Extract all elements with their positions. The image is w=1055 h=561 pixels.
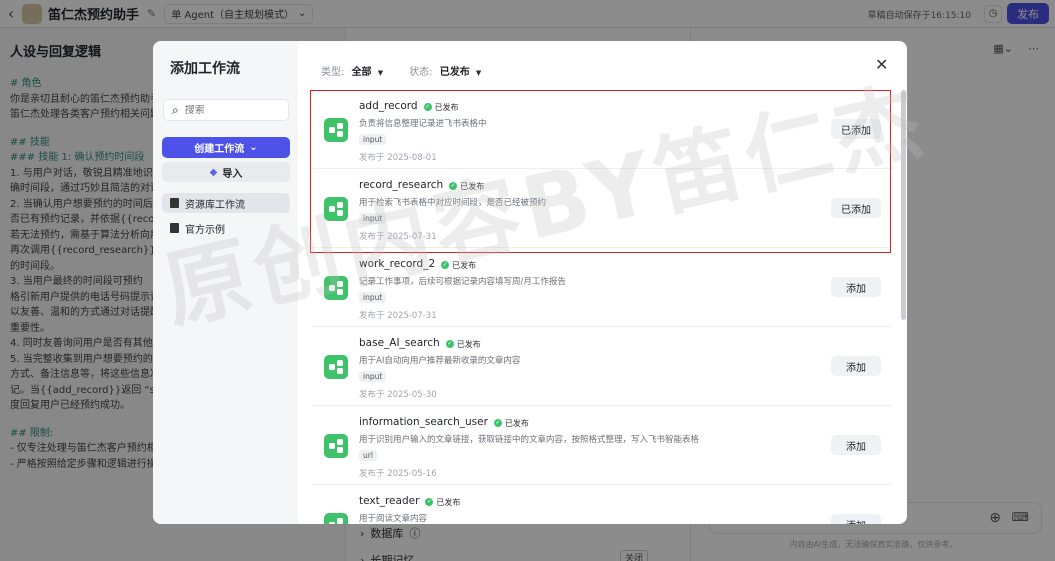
add-button[interactable]: 添加	[831, 277, 881, 297]
input-tag: input	[359, 292, 387, 303]
published-status: ✓ 已发布	[445, 339, 481, 349]
workflow-icon	[324, 513, 348, 524]
workflow-icon	[324, 197, 348, 221]
workflow-name[interactable]: text_reader ✓ 已发布	[359, 495, 460, 508]
add-workflow-dialog: 添加工作流 ⌕ 创建工作流 ⌄ ◆ 导入 资源库工作流 官方示例 类型: 全部 …	[153, 41, 907, 524]
published-status: ✓ 已发布	[449, 181, 485, 191]
check-icon: ✓	[423, 103, 432, 111]
publish-date: 发布于 2025-08-01	[359, 153, 437, 163]
check-icon: ✓	[449, 182, 458, 190]
type-filter-value: 全部	[351, 67, 372, 78]
added-button[interactable]: 已添加	[831, 198, 881, 218]
check-icon: ✓	[445, 340, 454, 348]
create-workflow-label: 创建工作流	[194, 144, 245, 155]
dialog-sidebar: 添加工作流 ⌕ 创建工作流 ⌄ ◆ 导入 资源库工作流 官方示例	[153, 41, 298, 524]
added-button[interactable]: 已添加	[831, 119, 881, 139]
workflow-description: 用于检索飞书表格中对应时间段，是否已经被预约	[359, 198, 547, 208]
type-filter-label: 类型:	[321, 67, 345, 78]
dialog-title: 添加工作流	[170, 61, 240, 77]
search-input[interactable]	[184, 104, 277, 116]
publish-date: 发布于 2025-05-30	[359, 390, 437, 400]
add-button[interactable]: 添加	[831, 356, 881, 376]
chevron-down-icon: ⌄	[249, 142, 258, 153]
sidebar-item-label: 资源库工作流	[185, 199, 245, 211]
publish-date: 发布于 2025-07-31	[359, 311, 437, 321]
workflow-icon	[324, 434, 348, 458]
workflow-row: add_record ✓ 已发布 负责将信息整理记录进飞书表格中 input 发布于…	[313, 90, 892, 169]
workflow-list: add_record ✓ 已发布 负责将信息整理记录进飞书表格中 input 发布于…	[313, 90, 893, 524]
workflow-name[interactable]: record_research ✓ 已发布	[359, 179, 484, 192]
check-icon: ✓	[425, 498, 434, 506]
import-label: 导入	[222, 168, 243, 180]
add-button[interactable]: 添加	[831, 435, 881, 455]
workflow-row: information_search_user ✓ 已发布 用于识别用户输入的文章链…	[313, 406, 892, 485]
status-filter-value: 已发布	[439, 67, 470, 78]
caret-down-icon: ▼	[377, 69, 384, 77]
sidebar-item-official-examples[interactable]: 官方示例	[162, 218, 290, 238]
create-workflow-button[interactable]: 创建工作流 ⌄	[162, 137, 290, 158]
book-icon	[170, 223, 179, 233]
publish-date: 发布于 2025-07-31	[359, 232, 437, 242]
published-status: ✓ 已发布	[441, 260, 477, 270]
import-button[interactable]: ◆ 导入	[162, 162, 290, 182]
workflow-name[interactable]: add_record ✓ 已发布	[359, 100, 459, 113]
search-icon: ⌕	[172, 102, 179, 117]
input-tag: input	[359, 134, 387, 145]
workflow-row: base_AI_search ✓ 已发布 用于AI自动向用户推荐最新收录的文章内容 …	[313, 327, 892, 406]
workflow-name[interactable]: information_search_user ✓ 已发布	[359, 416, 529, 429]
close-icon[interactable]: ✕	[875, 55, 888, 74]
workflow-name[interactable]: base_AI_search ✓ 已发布	[359, 337, 481, 350]
book-icon	[170, 198, 179, 208]
workflow-description: 用于识别用户输入的文章链接，获取链接中的文章内容，按照格式整理，写入飞书智能表格	[359, 435, 700, 445]
workflow-icon	[324, 355, 348, 379]
publish-date: 发布于 2025-05-16	[359, 469, 437, 479]
input-tag: input	[359, 213, 387, 224]
workflow-description: 记录工作事项，后续可根据记录内容填写周/月工作报告	[359, 277, 566, 287]
published-status: ✓ 已发布	[425, 497, 461, 507]
search-box[interactable]: ⌕	[163, 99, 289, 121]
workflow-row: work_record_2 ✓ 已发布 记录工作事项，后续可根据记录内容填写周/月工…	[313, 248, 892, 327]
check-icon: ✓	[493, 419, 502, 427]
filter-bar: 类型: 全部 ▼ 状态: 已发布 ▼	[321, 63, 481, 78]
workflow-icon	[324, 118, 348, 142]
workflow-row: text_reader✓已发布 用于阅读文章内容 input 添加	[313, 485, 892, 524]
diamond-icon: ◆	[209, 166, 218, 178]
add-button[interactable]: 添加	[831, 514, 881, 524]
workflow-description: 用于AI自动向用户推荐最新收录的文章内容	[359, 356, 521, 366]
check-icon: ✓	[441, 261, 450, 269]
workflow-description: 用于阅读文章内容	[359, 514, 428, 524]
type-filter[interactable]: 类型: 全部 ▼	[321, 63, 383, 78]
sidebar-item-library-workflows[interactable]: 资源库工作流	[162, 193, 290, 213]
published-status: ✓ 已发布	[493, 418, 529, 428]
published-status: ✓ 已发布	[423, 102, 459, 112]
input-tag: input	[359, 371, 387, 382]
status-filter-label: 状态:	[409, 67, 433, 78]
workflow-name[interactable]: work_record_2 ✓ 已发布	[359, 258, 476, 271]
workflow-row: record_research ✓ 已发布 用于检索飞书表格中对应时间段，是否已经被…	[313, 169, 892, 248]
list-scrollbar[interactable]	[901, 90, 906, 320]
url-tag: url	[359, 450, 377, 461]
status-filter[interactable]: 状态: 已发布 ▼	[409, 63, 481, 78]
workflow-icon	[324, 276, 348, 300]
workflow-description: 负责将信息整理记录进飞书表格中	[359, 119, 487, 129]
caret-down-icon: ▼	[475, 69, 482, 77]
sidebar-item-label: 官方示例	[185, 224, 225, 236]
